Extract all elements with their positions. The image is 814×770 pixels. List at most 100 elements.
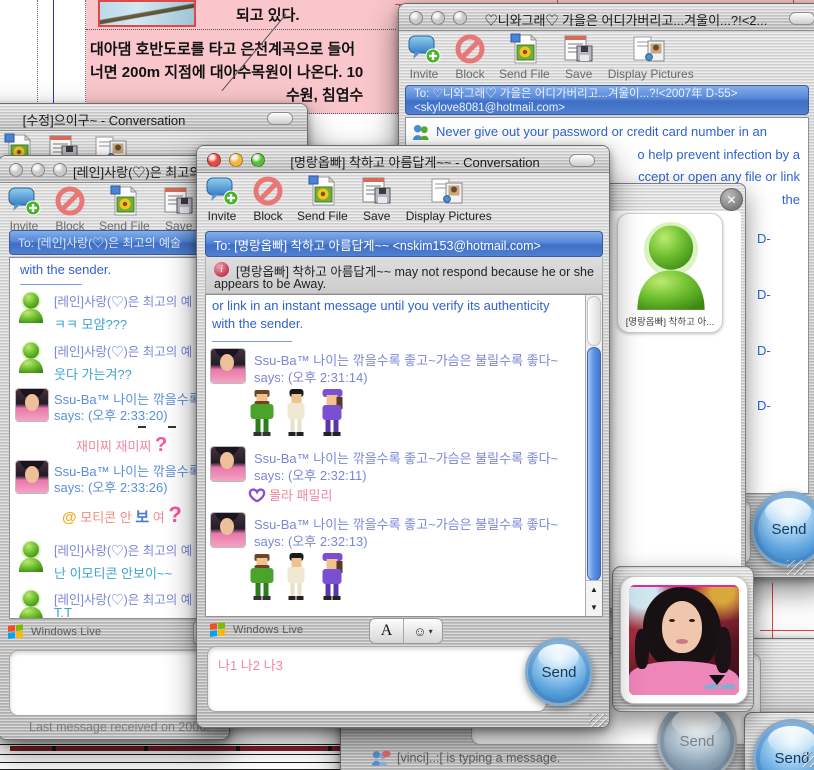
brand-bar: Windows Live bbox=[209, 622, 303, 638]
emoticon-dash bbox=[138, 426, 146, 428]
photo-watermark: with with bbox=[705, 684, 735, 691]
send-button[interactable]: Send bbox=[525, 638, 593, 706]
resize-handle[interactable] bbox=[589, 714, 607, 728]
scrollbar-arrows: ▲ ▼ bbox=[586, 580, 602, 616]
article-block: 되고 있다. 대아댐 호반도로를 타고 은천계곡으로 들어 너면 200m 지점… bbox=[86, 0, 400, 114]
emoticon-button[interactable]: ☺ ▾ bbox=[404, 619, 442, 643]
warning-text-fragment: or link in an instant message until you … bbox=[212, 298, 549, 313]
resize-handle[interactable] bbox=[803, 752, 814, 767]
ssu-ba-avatar bbox=[211, 513, 245, 547]
minimize-button[interactable] bbox=[31, 163, 45, 177]
titlebar[interactable]: [명랑옵빠] 착하고 아름답게~~ - Conversation bbox=[197, 146, 609, 173]
typing-status: [vinci]..:[ is typing a message. bbox=[371, 749, 560, 766]
display-pictures-icon bbox=[631, 33, 671, 65]
send-file-button[interactable]: Send File bbox=[99, 185, 150, 233]
titlebar[interactable]: [수정]으이구~ - Conversation bbox=[0, 104, 307, 131]
question-emoticon: ? bbox=[155, 434, 167, 456]
titlebar[interactable]: [레인]사랑(♡)은 최고의 애 bbox=[0, 156, 229, 183]
window-corner[interactable]: Send bbox=[744, 712, 814, 770]
desktop: 되고 있다. 대아댐 호반도로를 타고 은천계곡으로 들어 너면 200m 지점… bbox=[0, 0, 814, 770]
invite-button[interactable]: Invite bbox=[407, 33, 441, 81]
message-sender: [레인]사랑(♡)은 최고의 예 bbox=[54, 291, 192, 310]
message-text: 난 이모티콘 안보이~~ bbox=[54, 563, 172, 582]
article-photo bbox=[98, 0, 196, 27]
display-pictures-button[interactable]: Display Pictures bbox=[406, 175, 492, 223]
collapse-button[interactable] bbox=[789, 12, 814, 25]
collapse-button[interactable] bbox=[569, 154, 595, 167]
panel-body: [명랑옵빠] 착하고 아... bbox=[608, 211, 741, 608]
minimize-button[interactable] bbox=[229, 153, 243, 167]
window-controls bbox=[409, 11, 467, 25]
info-icon: i bbox=[214, 262, 229, 277]
message-text: 몰라 패밀리 bbox=[248, 485, 332, 504]
user-picture-frame: with with bbox=[620, 576, 748, 704]
toolbar-label: Send File bbox=[499, 67, 550, 81]
scroll-down-icon[interactable]: ▼ bbox=[590, 603, 598, 612]
invite-button[interactable]: Invite bbox=[205, 175, 239, 223]
save-icon bbox=[162, 185, 196, 217]
photo-face bbox=[662, 601, 702, 653]
format-buttons: A ☺ ▾ bbox=[369, 618, 443, 644]
minimize-button[interactable] bbox=[431, 11, 445, 25]
close-icon[interactable]: ✕ bbox=[720, 188, 743, 211]
toolbar-label: Display Pictures bbox=[608, 67, 694, 81]
display-pictures-button[interactable]: Display Pictures bbox=[608, 33, 694, 81]
message-timestamp: says: (오후 2:32:11) bbox=[254, 465, 367, 484]
zoom-button[interactable] bbox=[251, 153, 265, 167]
chat-history[interactable]: or link in an instant message until you … bbox=[205, 294, 603, 617]
photo-hair-strand bbox=[635, 629, 649, 669]
toolbar: Invite Block Send File Save Display Pict… bbox=[205, 175, 492, 223]
toolbar-label: Save bbox=[565, 67, 592, 81]
toolbar: Invite Block Send File Save Display Pict… bbox=[407, 33, 694, 81]
invite-button[interactable]: Invite bbox=[7, 185, 41, 233]
user-picture-panel: with with bbox=[612, 566, 754, 712]
close-button[interactable] bbox=[207, 153, 221, 167]
titlebar[interactable]: ♡니와그래♡ 가을은 어디가버리고...겨울이...?!<2... bbox=[399, 4, 814, 31]
send-file-button[interactable]: Send File bbox=[297, 175, 348, 223]
toolbar-label: Display Pictures bbox=[406, 209, 492, 223]
resize-handle[interactable] bbox=[787, 560, 805, 575]
warning-text: Never give out your password or credit c… bbox=[436, 124, 767, 139]
save-button[interactable]: Save bbox=[562, 33, 596, 81]
message-text-part: 재미찌 재미찌 bbox=[76, 439, 151, 454]
font-button[interactable]: A bbox=[370, 619, 404, 643]
msn-buddy-icon bbox=[630, 218, 712, 310]
windows-flag-icon bbox=[7, 624, 25, 640]
invite-icon bbox=[7, 185, 41, 217]
message-input[interactable] bbox=[9, 650, 217, 716]
zoom-button[interactable] bbox=[53, 163, 67, 177]
save-button[interactable]: Save bbox=[162, 185, 196, 233]
article-divider bbox=[86, 29, 396, 30]
close-button[interactable] bbox=[409, 11, 423, 25]
chat-history[interactable]: with the sender. [레인]사랑(♡)은 최고의 예 ㅋㅋ 모얌?… bbox=[9, 257, 223, 619]
message-input[interactable]: 나1 나2 나3 bbox=[207, 646, 547, 712]
save-button[interactable]: Save bbox=[360, 175, 394, 223]
close-button[interactable] bbox=[9, 163, 23, 177]
block-button[interactable]: Block bbox=[453, 33, 487, 81]
scrollbar-thumb[interactable] bbox=[587, 347, 601, 581]
last-message-status: Last message received on 2006. bbox=[29, 720, 210, 734]
msn-buddy-avatar bbox=[16, 539, 46, 572]
window-myungrang-conversation[interactable]: [명랑옵빠] 착하고 아름답게~~ - Conversation Invite … bbox=[196, 145, 610, 728]
message-text: @ 모티콘 안 보 여 ? bbox=[62, 502, 182, 528]
toolbar-label: Invite bbox=[410, 67, 439, 81]
message-text-part: 여 bbox=[153, 510, 165, 525]
msn-buddy-avatar bbox=[16, 588, 46, 619]
minimize-button[interactable] bbox=[267, 112, 293, 125]
buddy-pair-icon bbox=[412, 124, 431, 141]
send-button-label: Send bbox=[541, 664, 576, 681]
info-glyph: i bbox=[220, 264, 223, 275]
to-line: To: ♡니와그래♡ 가을은 어디가버리고...겨울이...?!<2007年 D… bbox=[414, 87, 800, 101]
zoom-button[interactable] bbox=[453, 11, 467, 25]
send-button[interactable]: Send bbox=[751, 491, 814, 567]
msn-buddy-avatar bbox=[16, 290, 46, 323]
chat-scrollbar[interactable]: ▲ ▼ bbox=[585, 295, 602, 616]
send-file-button[interactable]: Send File bbox=[499, 33, 550, 81]
block-button[interactable]: Block bbox=[251, 175, 285, 223]
scroll-up-icon[interactable]: ▲ bbox=[590, 585, 598, 594]
photo-eye bbox=[669, 619, 675, 622]
block-button[interactable]: Block bbox=[53, 185, 87, 233]
warning-text-fragment: the bbox=[782, 192, 800, 207]
block-icon bbox=[53, 185, 87, 217]
toolbar-label: Block bbox=[253, 209, 282, 223]
